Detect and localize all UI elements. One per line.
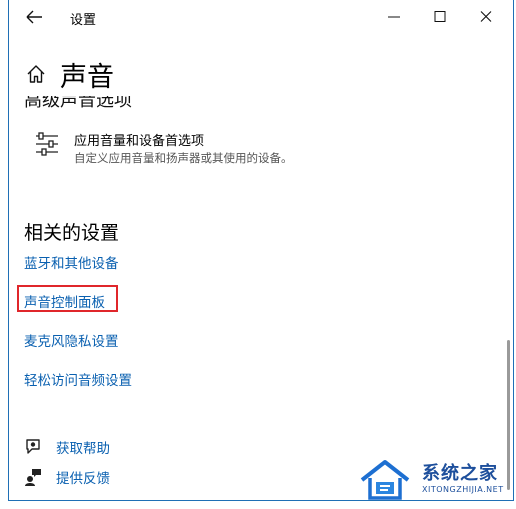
related-settings-heading: 相关的设置: [24, 222, 120, 244]
maximize-button[interactable]: [428, 6, 452, 28]
mixer-sliders-icon: [34, 131, 60, 157]
link-ease-of-access-audio[interactable]: 轻松访问音频设置: [24, 369, 132, 389]
section-title-advanced: 高级声音选项: [24, 96, 132, 111]
help-chat-icon: [24, 438, 42, 456]
feedback-link[interactable]: 提供反馈: [56, 467, 110, 487]
watermark-url: XITONGZHIJIA.NET: [422, 485, 504, 494]
minimize-button[interactable]: [382, 6, 406, 28]
home-icon[interactable]: [25, 63, 47, 85]
option-description: 自定义应用音量和扬声器或其使用的设备。: [74, 151, 293, 165]
feedback-person-icon: [24, 468, 42, 486]
page-title: 声音: [60, 62, 114, 93]
settings-window: 设置 声音 高级声音选项 应用音量和设备首选项 自定义应用音量和扬声器或其使用的…: [8, 0, 514, 501]
close-icon: [480, 11, 492, 22]
app-volume-option[interactable]: 应用音量和设备首选项 自定义应用音量和扬声器或其使用的设备。: [34, 129, 494, 169]
maximize-icon: [434, 11, 446, 22]
window-title: 设置: [70, 13, 97, 28]
link-bluetooth-devices[interactable]: 蓝牙和其他设备: [24, 252, 119, 272]
link-sound-control-panel[interactable]: 声音控制面板: [24, 291, 105, 311]
watermark: 系统之家 XITONGZHIJIA.NET: [350, 452, 516, 509]
option-title: 应用音量和设备首选项: [74, 134, 205, 149]
close-button[interactable]: [474, 6, 498, 28]
back-arrow-icon[interactable]: [23, 7, 45, 27]
link-microphone-privacy[interactable]: 麦克风隐私设置: [24, 330, 119, 350]
get-help-link[interactable]: 获取帮助: [56, 437, 110, 457]
title-bar: 设置: [9, 0, 513, 34]
settings-content: 高级声音选项 应用音量和设备首选项 自定义应用音量和扬声器或其使用的设备。 相关…: [9, 96, 513, 500]
watermark-title: 系统之家: [422, 463, 498, 484]
house-logo-icon: [358, 456, 412, 502]
page-header: 声音: [9, 52, 513, 96]
minimize-icon: [388, 16, 400, 18]
